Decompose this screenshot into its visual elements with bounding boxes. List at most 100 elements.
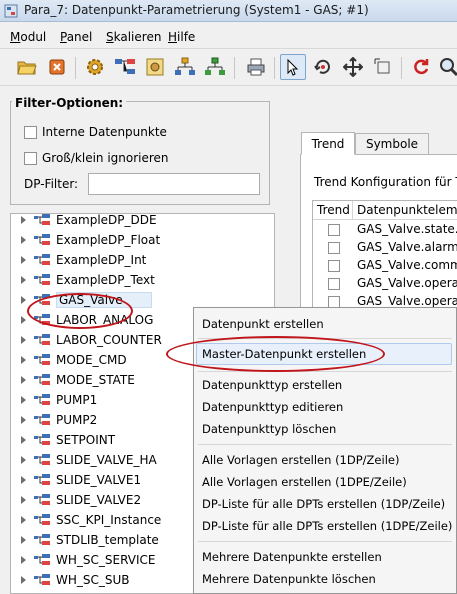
menu-item-create-dp[interactable]: Datenpunkt erstellen: [202, 317, 324, 331]
menu-panel[interactable]: Panel: [60, 30, 92, 44]
toolbar-separator: [401, 57, 402, 79]
expand-arrow-icon[interactable]: [21, 536, 26, 544]
menu-item-create-multiple-dp[interactable]: Mehrere Datenpunkte erstellen: [202, 550, 382, 564]
tree-item-selected[interactable]: GAS_Valve: [11, 290, 152, 310]
dp-type-icon: [34, 554, 50, 565]
menu-item-delete-multiple-dp[interactable]: Mehrere Datenpunkte löschen: [202, 572, 376, 586]
table-row[interactable]: GAS_Valve.alarm: [313, 239, 457, 257]
dp-structure-icon[interactable]: [112, 54, 138, 80]
image-icon[interactable]: [142, 54, 168, 80]
expand-arrow-icon[interactable]: [21, 316, 26, 324]
tree-item[interactable]: SLIDE_VALVE_HA: [11, 450, 157, 470]
case-insensitive-option[interactable]: Groß/klein ignorieren: [24, 151, 169, 165]
tree-item[interactable]: ExampleDP_DDE: [11, 214, 157, 230]
expand-arrow-icon[interactable]: [21, 436, 26, 444]
toolbar-separator: [274, 57, 275, 79]
menu-item-dplist-1dp[interactable]: DP-Liste für alle DPTs erstellen (1DP/Ze…: [202, 497, 445, 511]
menu-panel-label: anel: [66, 30, 93, 44]
expand-arrow-icon[interactable]: [21, 456, 26, 464]
tree-item[interactable]: STDLIB_template: [11, 530, 159, 550]
dp-type-icon: [34, 494, 50, 505]
expand-arrow-icon[interactable]: [21, 276, 26, 284]
table-row[interactable]: GAS_Valve.opera: [313, 275, 457, 293]
expand-arrow-icon[interactable]: [21, 236, 26, 244]
expand-arrow-icon[interactable]: [21, 336, 26, 344]
col-dpe-header[interactable]: Datenpunkteleme: [353, 201, 457, 220]
internal-dp-option[interactable]: Interne Datenpunkte: [24, 125, 167, 139]
print-icon[interactable]: [243, 54, 269, 80]
table-row[interactable]: GAS_Valve.state.: [313, 221, 457, 239]
hierarchy-icon[interactable]: [172, 54, 198, 80]
expand-arrow-icon[interactable]: [21, 356, 26, 364]
hierarchy-green-icon[interactable]: [202, 54, 228, 80]
tree-item-label: MODE_STATE: [56, 373, 135, 387]
expand-arrow-icon[interactable]: [21, 476, 26, 484]
tree-item[interactable]: WH_SC_SUB: [11, 570, 130, 590]
tree-item[interactable]: PUMP2: [11, 410, 97, 430]
menu-skalieren-mnemonic: S: [106, 30, 114, 44]
move-icon[interactable]: [340, 54, 366, 80]
table-row[interactable]: GAS_Valve.comm: [313, 257, 457, 275]
tree-item[interactable]: SETPOINT: [11, 430, 115, 450]
tree-item-label: SLIDE_VALVE1: [56, 473, 142, 487]
rotate-icon[interactable]: [310, 54, 336, 80]
tree-item[interactable]: WH_SC_SERVICE: [11, 550, 155, 570]
expand-arrow-icon[interactable]: [21, 396, 26, 404]
dp-filter-input[interactable]: [88, 173, 260, 195]
expand-arrow-icon[interactable]: [21, 256, 26, 264]
expand-arrow-icon[interactable]: [21, 516, 26, 524]
menu-item-dplist-1dpe[interactable]: DP-Liste für alle DPTs erstellen (1DPE/Z…: [202, 519, 452, 533]
gear-icon[interactable]: [82, 54, 108, 80]
internal-dp-checkbox[interactable]: [24, 125, 37, 139]
tree-item-label: GAS_Valve: [56, 292, 152, 308]
menu-item-create-dpt[interactable]: Datenpunkttyp erstellen: [202, 378, 342, 392]
tree-item[interactable]: LABOR_COUNTER: [11, 330, 162, 350]
trend-checkbox[interactable]: [328, 224, 340, 236]
expand-arrow-icon[interactable]: [21, 376, 26, 384]
trend-checkbox[interactable]: [328, 260, 340, 272]
expand-arrow-icon[interactable]: [21, 556, 26, 564]
col-trend-header[interactable]: Trend: [313, 201, 353, 220]
tree-item[interactable]: ExampleDP_Text: [11, 270, 155, 290]
expand-arrow-icon[interactable]: [21, 496, 26, 504]
expand-arrow-icon[interactable]: [21, 296, 26, 304]
tree-item[interactable]: MODE_STATE: [11, 370, 135, 390]
menu-item-create-master-dp[interactable]: Master-Datenpunkt erstellen: [196, 343, 452, 365]
menu-item-delete-dpt[interactable]: Datenpunkttyp löschen: [202, 422, 336, 436]
tree-item[interactable]: SLIDE_VALVE2: [11, 490, 141, 510]
tree-item[interactable]: ExampleDP_Int: [11, 250, 146, 270]
trend-checkbox[interactable]: [328, 242, 340, 254]
tab-trend[interactable]: Trend: [301, 132, 355, 155]
menu-modul-mnemonic: M: [10, 30, 21, 44]
menu-item-edit-dpt[interactable]: Datenpunkttyp editieren: [202, 400, 343, 414]
refresh-icon[interactable]: [408, 54, 434, 80]
tab-symbole[interactable]: Symbole: [355, 133, 429, 155]
pointer-icon[interactable]: [280, 54, 306, 80]
scale-icon[interactable]: [370, 54, 396, 80]
case-insensitive-checkbox[interactable]: [24, 151, 37, 165]
menu-item-templates-1dpe[interactable]: Alle Vorlagen erstellen (1DPE/Zeile): [202, 475, 407, 489]
tree-item[interactable]: ExampleDP_Float: [11, 230, 160, 250]
window-title: Para_7: Datenpunkt-Parametrierung (Syste…: [24, 3, 369, 17]
trend-config-label: Trend Konfiguration für Ty: [314, 175, 457, 189]
tree-item[interactable]: LABOR_ANALOG: [11, 310, 153, 330]
tree-item[interactable]: SLIDE_VALVE1: [11, 470, 141, 490]
menu-skalieren[interactable]: Skalieren: [106, 30, 161, 44]
search-icon[interactable]: [436, 54, 457, 80]
menu-item-templates-1dp[interactable]: Alle Vorlagen erstellen (1DP/Zeile): [202, 453, 399, 467]
tree-item-label: ExampleDP_Int: [56, 253, 147, 267]
expand-arrow-icon[interactable]: [21, 576, 26, 584]
trend-checkbox[interactable]: [328, 278, 340, 290]
tree-item[interactable]: MODE_CMD: [11, 350, 127, 370]
tree-item[interactable]: SSC_KPI_Instance: [11, 510, 161, 530]
menu-hilfe[interactable]: Hilfe: [168, 30, 195, 44]
stop-icon[interactable]: [44, 54, 70, 80]
expand-arrow-icon[interactable]: [21, 216, 26, 224]
dpe-name: GAS_Valve.opera: [357, 276, 457, 290]
tree-item[interactable]: PUMP1: [11, 390, 97, 410]
dp-type-icon: [34, 334, 50, 345]
menu-modul[interactable]: Modul: [10, 30, 46, 44]
dp-type-icon: [34, 254, 50, 265]
expand-arrow-icon[interactable]: [21, 416, 26, 424]
open-folder-icon[interactable]: [14, 54, 40, 80]
